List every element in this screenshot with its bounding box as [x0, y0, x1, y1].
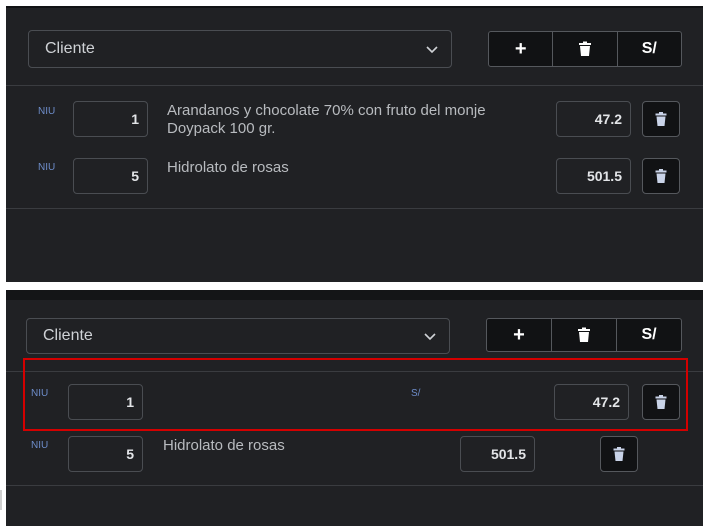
customer-select-value: Cliente [43, 327, 93, 344]
toolbar-button-group: + S/ [488, 31, 682, 67]
currency-label: S/ [641, 40, 657, 57]
chevron-down-icon [423, 329, 437, 343]
unit-label: NIU [38, 106, 56, 117]
clear-items-button[interactable] [552, 319, 617, 351]
header-divider [6, 85, 703, 86]
quantity-field[interactable]: 5 [73, 158, 148, 194]
add-item-button[interactable]: + [487, 319, 552, 351]
item-description: Arandanos y chocolate 70% con fruto del … [167, 102, 547, 138]
customer-select-value: Cliente [45, 40, 95, 57]
price-field[interactable]: 501.5 [556, 158, 631, 194]
customer-select[interactable]: Cliente [26, 318, 450, 354]
item-description-line1: Arandanos y chocolate 70% con fruto del … [167, 102, 486, 119]
highlight-box [23, 358, 688, 431]
trash-icon [578, 41, 592, 57]
plus-icon: + [513, 323, 525, 346]
items-divider [6, 208, 703, 209]
customer-select[interactable]: Cliente [28, 30, 452, 68]
plus-icon: + [514, 37, 527, 60]
delete-item-button[interactable] [600, 436, 638, 472]
currency-button[interactable]: S/ [618, 32, 681, 66]
chevron-down-icon [425, 42, 439, 56]
top-panel: Cliente + S/ NIU 1 Arandanos y chocolate… [6, 6, 703, 282]
items-divider [6, 485, 703, 486]
delete-item-button[interactable] [642, 158, 680, 194]
delete-item-button[interactable] [642, 101, 680, 137]
quantity-field[interactable]: 5 [68, 436, 143, 472]
trash-icon [655, 169, 667, 183]
trash-icon [655, 112, 667, 126]
item-description-line2: Doypack 100 gr. [167, 120, 276, 137]
price-field[interactable]: 501.5 [460, 436, 535, 472]
trash-icon [577, 327, 591, 343]
edge-mark [0, 490, 2, 510]
currency-button[interactable]: S/ [617, 319, 681, 351]
item-description: Hidrolato de rosas [163, 437, 285, 454]
toolbar-button-group: + S/ [486, 318, 682, 352]
item-description: Hidrolato de rosas [167, 159, 289, 176]
unit-label: NIU [31, 440, 49, 451]
quantity-field[interactable]: 1 [73, 101, 148, 137]
clear-items-button[interactable] [553, 32, 618, 66]
trash-icon [613, 447, 625, 461]
add-item-button[interactable]: + [489, 32, 554, 66]
currency-label: S/ [641, 326, 657, 343]
unit-label: NIU [38, 162, 56, 173]
price-field[interactable]: 47.2 [556, 101, 631, 137]
